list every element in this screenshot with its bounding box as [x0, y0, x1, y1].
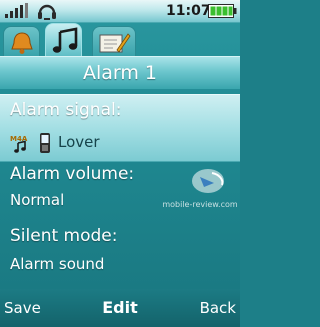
back-button[interactable]: Back — [200, 289, 236, 327]
setting-value: Normal — [10, 191, 65, 209]
clock: 11:07 — [166, 3, 211, 19]
phone-memory-icon — [40, 133, 50, 153]
signal-bars-icon — [5, 3, 28, 18]
tab-alarm-text[interactable] — [92, 26, 136, 56]
setting-value: Alarm sound — [10, 255, 105, 273]
pencil-icon — [99, 33, 131, 53]
watermark-logo-icon — [192, 169, 224, 193]
setting-label: Silent mode: — [10, 226, 118, 246]
setting-label: Alarm signal: — [10, 100, 122, 120]
alarm-settings-screen: 11:07 Alarm 1 Alarm signal: M4A Lover Al… — [0, 0, 240, 327]
setting-label: Alarm volume: — [10, 164, 135, 184]
page-title: Alarm 1 — [82, 62, 158, 84]
m4a-file-icon: M4A — [10, 135, 28, 153]
bell-icon — [11, 32, 33, 54]
softkey-bar: Save Edit Back — [0, 289, 240, 327]
battery-icon — [208, 4, 237, 18]
tab-alarm-bell[interactable] — [3, 26, 40, 56]
title-bar: Alarm 1 — [0, 56, 240, 89]
music-note-icon — [52, 27, 78, 53]
tab-alarm-sound[interactable] — [45, 23, 82, 57]
setting-silent-mode[interactable]: Silent mode: Alarm sound — [0, 224, 240, 280]
setting-value: Lover — [58, 133, 100, 151]
watermark-text: mobile-review.com — [162, 200, 238, 209]
status-bar: 11:07 — [0, 0, 240, 23]
setting-alarm-signal[interactable]: Alarm signal: M4A Lover — [0, 94, 240, 162]
tab-bar — [0, 22, 240, 57]
headset-icon — [38, 4, 56, 20]
